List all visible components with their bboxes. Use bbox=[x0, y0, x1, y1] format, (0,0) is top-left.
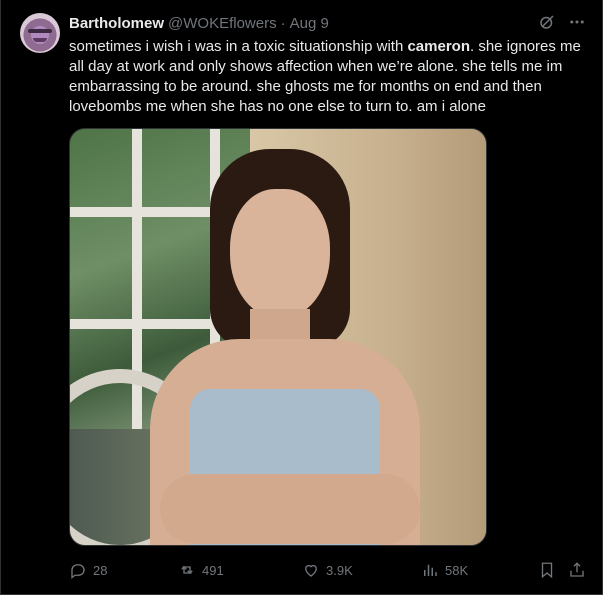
slash-circle-icon[interactable] bbox=[538, 13, 556, 31]
avatar-detail bbox=[28, 29, 52, 33]
views-button[interactable]: 58K bbox=[421, 560, 468, 580]
photo-face bbox=[230, 189, 330, 319]
views-count: 58K bbox=[445, 562, 469, 578]
like-button[interactable]: 3.9K bbox=[302, 560, 353, 580]
tweet-card: Bartholomew @WOKEflowers · Aug 9 sometim… bbox=[0, 0, 603, 595]
tweet-text-part: sometimes i wish i was in a toxic situat… bbox=[69, 38, 408, 55]
heart-icon bbox=[302, 561, 320, 579]
bookmark-button[interactable] bbox=[538, 560, 556, 580]
avatar[interactable] bbox=[20, 13, 60, 53]
bookmark-icon bbox=[538, 561, 556, 579]
views-bars-icon bbox=[421, 561, 439, 579]
like-count: 3.9K bbox=[326, 562, 353, 578]
share-icon bbox=[568, 561, 586, 579]
photo-arms bbox=[160, 474, 420, 544]
author-handle[interactable]: @WOKEflowers bbox=[168, 15, 277, 32]
repost-count: 491 bbox=[202, 562, 224, 578]
tweet-header: Bartholomew @WOKEflowers · Aug 9 bbox=[69, 13, 329, 33]
share-button[interactable] bbox=[568, 560, 586, 580]
author-name[interactable]: Bartholomew bbox=[69, 15, 164, 32]
separator-dot: · bbox=[280, 14, 286, 32]
tweet-date[interactable]: Aug 9 bbox=[290, 15, 329, 32]
reply-count: 28 bbox=[93, 562, 108, 578]
reply-button[interactable]: 28 bbox=[69, 560, 107, 580]
reply-icon bbox=[69, 561, 87, 579]
repost-button[interactable]: 491 bbox=[178, 560, 224, 580]
header-actions bbox=[538, 13, 586, 31]
tweet-photo[interactable] bbox=[69, 128, 487, 546]
more-dots-icon[interactable] bbox=[568, 13, 586, 31]
avatar-detail bbox=[33, 38, 47, 42]
tweet-actions: 28 491 3.9K 58K bbox=[69, 560, 589, 580]
tweet-text: sometimes i wish i was in a toxic situat… bbox=[69, 37, 589, 117]
repost-icon bbox=[178, 561, 196, 579]
tweet-text-mention: cameron bbox=[407, 38, 470, 55]
